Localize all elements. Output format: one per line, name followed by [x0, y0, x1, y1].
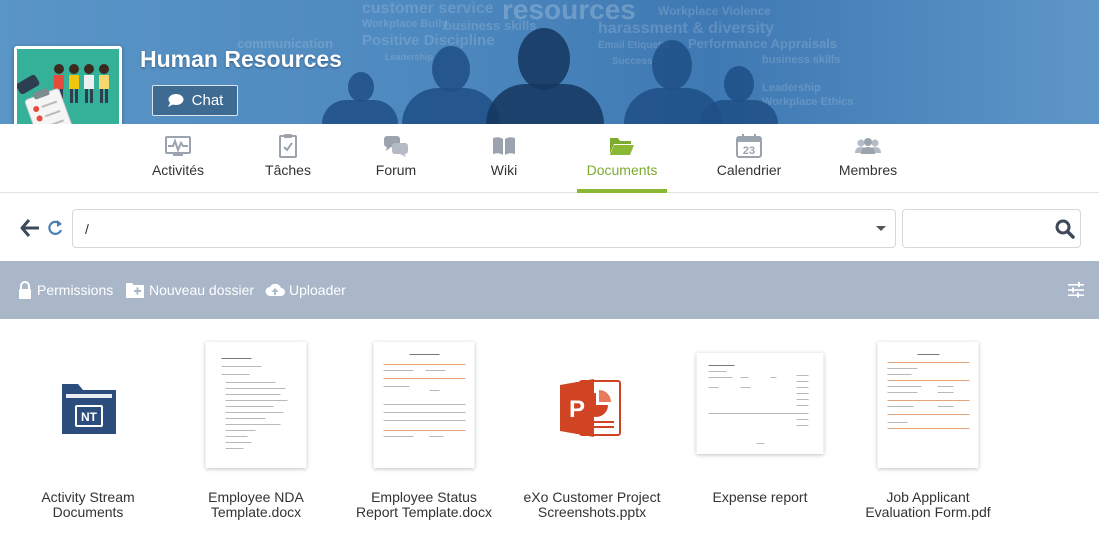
tasks-icon — [279, 134, 297, 158]
silhouette-head — [652, 40, 692, 90]
svg-text:P: P — [569, 396, 585, 423]
file-name: Job Applicant Evaluation Form.pdf — [865, 489, 991, 520]
chat-button-label: Chat — [191, 92, 224, 109]
tab-activites[interactable]: Activités — [143, 124, 213, 192]
upload-label: Uploader — [289, 282, 346, 298]
document-thumbnail — [205, 342, 307, 468]
banner-word: Workplace Violence — [658, 4, 771, 18]
permissions-label: Permissions — [37, 282, 114, 298]
view-options-button[interactable] — [1067, 281, 1085, 299]
folder-icon: NT — [62, 384, 116, 434]
spreadsheet-thumbnail — [696, 353, 824, 454]
search-box — [902, 209, 1081, 248]
tab-label: Calendrier — [716, 162, 782, 178]
back-button[interactable] — [19, 217, 41, 239]
file-item-docx[interactable]: Employee Status Report Template.docx — [354, 332, 494, 532]
upload-button[interactable]: Uploader — [265, 279, 346, 301]
silhouette-head — [518, 28, 570, 90]
banner-word: business skills — [444, 18, 537, 33]
silhouette-head — [724, 66, 754, 102]
pdf-thumbnail — [877, 342, 979, 468]
file-name: Employee NDA Template.docx — [208, 489, 304, 520]
banner-word: Leadership — [762, 82, 821, 94]
tab-label: Forum — [375, 162, 417, 178]
chat-button[interactable]: Chat — [152, 85, 238, 116]
tab-documents[interactable]: Documents — [577, 124, 667, 193]
banner-word: business skills — [762, 54, 841, 66]
forum-icon — [384, 136, 408, 157]
space-title: Human Resources — [140, 46, 342, 72]
file-item-docx[interactable]: Employee NDA Template.docx — [186, 332, 326, 532]
banner-word: customer service — [362, 0, 494, 17]
banner-word: Workplace Ethics — [762, 96, 854, 108]
members-icon — [855, 138, 881, 154]
silhouette-body — [700, 100, 778, 124]
tab-label: Tâches — [265, 162, 311, 178]
search-icon[interactable] — [1054, 218, 1076, 240]
document-thumbnail — [373, 342, 475, 468]
file-name: Employee Status Report Template.docx — [356, 489, 492, 520]
silhouette-head — [432, 46, 470, 92]
powerpoint-icon: P — [560, 379, 621, 437]
calendar-day: 23 — [743, 145, 755, 157]
file-item-spreadsheet[interactable]: Expense report — [690, 332, 830, 532]
tab-taches[interactable]: Tâches — [253, 124, 323, 192]
cloud-upload-icon — [265, 283, 285, 296]
silhouette-body — [322, 100, 398, 124]
file-name: Expense report — [712, 489, 808, 505]
calendar-icon: 23 — [736, 134, 762, 158]
file-name: Activity Stream Documents — [41, 489, 135, 520]
tab-wiki[interactable]: Wiki — [469, 124, 539, 192]
banner-word: Performance Appraisals — [688, 36, 838, 51]
new-folder-icon — [126, 283, 144, 298]
path-selector[interactable]: / — [72, 209, 896, 248]
chat-bubble-icon — [167, 94, 184, 107]
file-item-pdf[interactable]: Job Applicant Evaluation Form.pdf — [858, 332, 998, 532]
wiki-icon — [493, 137, 515, 155]
silhouette-head — [348, 72, 374, 102]
banner-word: Workplace Bully — [362, 18, 448, 30]
tab-calendrier[interactable]: 23 Calendrier — [709, 124, 789, 192]
new-folder-button[interactable]: Nouveau dossier — [126, 279, 254, 301]
folder-open-icon — [610, 138, 634, 155]
search-input[interactable] — [909, 216, 1049, 242]
banner-word: Leadership — [385, 52, 434, 62]
activity-icon — [165, 136, 191, 156]
current-path: / — [85, 221, 89, 237]
banner-word: Success — [612, 56, 653, 67]
tab-label: Wiki — [490, 162, 518, 178]
folder-badge: NT — [81, 410, 98, 424]
refresh-icon — [48, 220, 63, 235]
documents-action-bar: Permissions Nouveau dossier Uploader — [0, 261, 1099, 319]
sliders-icon — [1068, 282, 1084, 298]
banner-word: Positive Discipline — [362, 32, 495, 49]
space-navigation: Activités Tâches Forum Wiki Documents 23… — [0, 124, 1099, 193]
tab-label: Documents — [586, 162, 658, 178]
arrow-left-icon — [20, 219, 39, 237]
tab-label: Activités — [151, 162, 205, 178]
new-folder-label: Nouveau dossier — [149, 282, 255, 298]
chevron-down-icon — [876, 226, 886, 231]
tab-forum[interactable]: Forum — [361, 124, 431, 192]
silhouette-body — [486, 84, 604, 124]
permissions-button[interactable]: Permissions — [17, 279, 113, 301]
file-item-pptx[interactable]: P eXo Customer Project Screenshots.pptx — [522, 332, 662, 532]
lock-icon — [19, 281, 31, 299]
tab-label: Membres — [838, 162, 898, 178]
tab-membres[interactable]: Membres — [833, 124, 903, 192]
file-item-folder[interactable]: NT Activity Stream Documents — [18, 332, 158, 532]
file-name: eXo Customer Project Screenshots.pptx — [523, 489, 661, 520]
refresh-button[interactable] — [46, 218, 64, 238]
